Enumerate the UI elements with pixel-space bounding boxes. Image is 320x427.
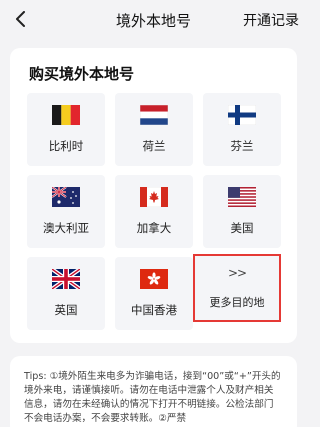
country-label: 比利时 xyxy=(48,139,84,153)
country-tile-uk[interactable]: 英国 xyxy=(27,257,105,330)
usa-flag-icon xyxy=(228,187,256,207)
belgium-flag-icon xyxy=(52,105,80,125)
canada-flag-icon xyxy=(140,187,168,207)
country-label: 澳大利亚 xyxy=(43,221,89,235)
tips-text: Tips: ①境外陌生来电多为诈骗电话，接到“00”或“+”开头的境外来电，请谨… xyxy=(24,371,281,424)
hong-kong-flag-icon xyxy=(140,269,168,289)
country-tile-finland[interactable]: 芬兰 xyxy=(203,93,281,166)
records-link[interactable]: 开通记录 xyxy=(243,10,299,30)
country-label: 荷兰 xyxy=(142,139,166,153)
country-label: 中国香港 xyxy=(131,303,177,317)
country-label: 英国 xyxy=(54,303,78,317)
country-tile-belgium[interactable]: 比利时 xyxy=(27,93,105,166)
country-tile-hong-kong[interactable]: 中国香港 xyxy=(115,257,193,330)
country-tile-netherlands[interactable]: 荷兰 xyxy=(115,93,193,166)
country-label: 芬兰 xyxy=(230,139,254,153)
finland-flag-icon xyxy=(228,105,256,125)
country-tile-canada[interactable]: 加拿大 xyxy=(115,175,193,248)
nav-bar: 境外本地号 开通记录 xyxy=(0,0,307,40)
double-chevron-right-icon: >> xyxy=(227,266,247,280)
section-title: 购买境外本地号 xyxy=(29,65,135,83)
netherlands-flag-icon xyxy=(140,105,168,125)
uk-flag-icon xyxy=(52,269,80,289)
country-card: 购买境外本地号 比利时 荷兰 芬兰 澳大利亚 加拿大 美国 英国 中国香港 >>… xyxy=(10,48,297,343)
country-tile-australia[interactable]: 澳大利亚 xyxy=(27,175,105,248)
country-tile-usa[interactable]: 美国 xyxy=(203,175,281,248)
more-destinations-button[interactable]: >> 更多目的地 xyxy=(193,254,281,322)
country-label: 美国 xyxy=(230,221,254,235)
country-label: 加拿大 xyxy=(136,221,172,235)
australia-flag-icon xyxy=(52,187,80,207)
more-destinations-label: 更多目的地 xyxy=(209,296,265,309)
tips-panel: Tips: ①境外陌生来电多为诈骗电话，接到“00”或“+”开头的境外来电，请谨… xyxy=(10,356,297,427)
